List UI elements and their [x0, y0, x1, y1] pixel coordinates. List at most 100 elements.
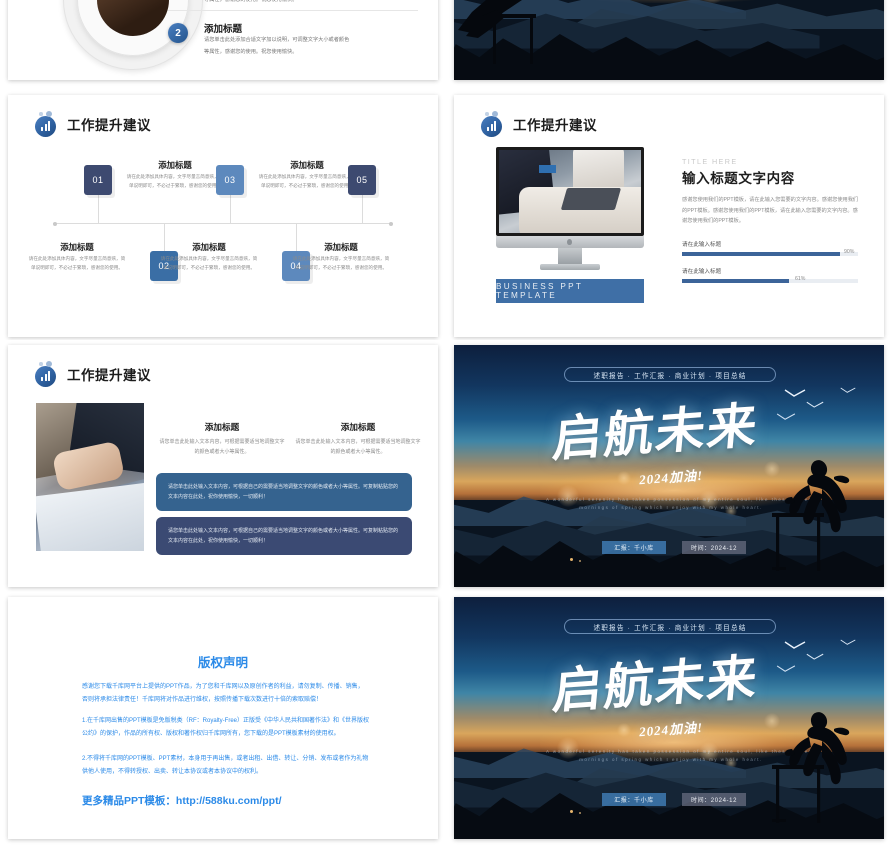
slide-thumbnail-grid: 2 添加标题 请您单击此处添加合适文字加以说明，可调整文字大小或者颜色 等属性，…	[0, 0, 892, 853]
timeline-node-05[interactable]: 05	[348, 165, 376, 195]
progress-fill-2	[682, 279, 789, 283]
bird-icon	[776, 413, 796, 420]
column-body-2: 请您单击此处输入文本内容，可根据需要适当地调整文字的颜色或者大小等属性。	[295, 439, 421, 455]
progress-fill-1	[682, 252, 840, 256]
timeline-node-number: 03	[224, 175, 236, 185]
timeline-node-body: 请在此处添加具体内容，文字尽量言简意赅，简单说明即可，不必过于繁琐，感谢您的使用…	[126, 174, 224, 188]
timeline-stem	[230, 195, 231, 223]
timeline-node-body: 请在此处添加具体内容，文字尽量言简意赅，简单说明即可，不必过于繁琐，感谢您的使用…	[160, 256, 258, 270]
thumbnail-cell-copyright[interactable]: 版权声明 感谢您下载千库网平台上提供的PPT作品，为了您和千库网以及原创作者的利…	[0, 592, 446, 853]
timeline-node-title: 添加标题	[158, 160, 192, 170]
cover-english-line-1: A wonderful serenity has taken possessio…	[546, 749, 812, 754]
cover-banner: 述职报告 · 工作汇报 · 商业计划 · 项目总结	[564, 367, 776, 382]
content-title: 输入标题文字内容	[682, 171, 795, 186]
info-card-1[interactable]: 请您单击此处输入文本内容，可根据自己的需要适当地调整文字的颜色或者大小等属性。可…	[156, 473, 412, 511]
slide-detail-list[interactable]: 2 添加标题 请您单击此处添加合适文字加以说明，可调整文字大小或者颜色 等属性，…	[8, 0, 438, 80]
slide-header: 工作提升建议	[32, 361, 151, 387]
reporter-tag: 汇报：千小库	[602, 793, 666, 806]
timeline-node-title: 添加标题	[324, 242, 358, 252]
timeline-node-body: 请在此处添加具体内容，文字尽量言简意赅，简单说明即可，不必过于繁琐，感谢您的使用…	[28, 256, 126, 270]
bird-icon	[784, 389, 806, 397]
copyright-intro: 感谢您下载千库网平台上提供的PPT作品，为了您和千库网以及原创作者的利益，请勿复…	[82, 684, 364, 703]
slide-monitor-progress[interactable]: 工作提升建议 BUSINESS PPT TEMPLATE TITLE HERE	[454, 95, 884, 337]
meeting-photo	[499, 150, 641, 233]
cover-english-line-2: mornings of spring which I enjoy with my…	[579, 505, 763, 510]
chart-bubble-icon	[32, 111, 58, 137]
column-body-1: 请您单击此处输入文本内容，可根据需要适当地调整文字的颜色或者大小等属性。	[159, 439, 285, 455]
thumbnail-cell-cover-main[interactable]: 述职报告 · 工作汇报 · 商业计划 · 项目总结 启航未来 2024加油! A…	[446, 340, 892, 592]
slide-handshake-cards[interactable]: 工作提升建议 添加标题 请您单击此处输入文本内容，可根据需要适当地调整文字的颜色…	[8, 345, 438, 587]
hurdle-icon	[490, 14, 536, 66]
timeline-stem	[98, 195, 99, 223]
slide-timeline[interactable]: 工作提升建议 01 添加标题 请在此处添加具体内容，文字尽量言简意赅，简单说明即…	[8, 95, 438, 337]
thumbnail-cell-timeline[interactable]: 工作提升建议 01 添加标题 请在此处添加具体内容，文字尽量言简意赅，简单说明即…	[0, 90, 446, 340]
bird-icon	[806, 653, 824, 660]
divider	[168, 10, 418, 11]
bird-icon	[840, 387, 856, 393]
timeline-node-body: 请在此处添加具体内容，文字尽量言简意赅，简单说明即可，不必过于繁琐，感谢您的使用…	[292, 256, 390, 270]
cover-banner: 述职报告 · 工作汇报 · 商业计划 · 项目总结	[564, 619, 776, 634]
number-badge-label: 2	[175, 27, 181, 39]
cover-english-line-1: A wonderful serenity has taken possessio…	[546, 497, 812, 502]
slide-header: 工作提升建议	[478, 111, 597, 137]
chart-bubble-icon	[32, 361, 58, 387]
chart-bubble-icon	[478, 111, 504, 137]
timeline-axis	[53, 221, 393, 226]
copyright-title: 版权声明	[197, 656, 248, 670]
content-paragraph: 感谢您使用我们的PPT模板，请在此输入您需要的文字内容。感谢您使用我们的PPT模…	[682, 197, 859, 225]
date-tag: 时间：2024-12	[682, 793, 746, 806]
info-card-2[interactable]: 请您单击此处输入文本内容，可根据自己的需要适当地调整文字的颜色或者大小等属性。可…	[156, 517, 412, 555]
date-tag: 时间：2024-12	[682, 541, 746, 554]
timeline-node-title: 添加标题	[60, 242, 94, 252]
column-title-2: 添加标题	[340, 422, 376, 432]
progress-value-2: 61%	[795, 276, 806, 282]
handshake-photo	[36, 403, 144, 551]
timeline-node-body: 请在此处添加具体内容，文字尽量言简意赅，简单说明即可，不必过于繁琐，感谢您的使用…	[258, 174, 356, 188]
thumbnail-cell-cover-top[interactable]	[446, 0, 892, 90]
timeline-stem	[362, 195, 363, 223]
slide-copyright[interactable]: 版权声明 感谢您下载千库网平台上提供的PPT作品，为了您和千库网以及原创作者的利…	[8, 597, 438, 839]
slide-title: 工作提升建议	[67, 368, 151, 383]
cover-title: 启航未来	[550, 649, 761, 720]
bird-icon	[806, 401, 824, 408]
hurdle-icon	[772, 765, 824, 825]
item-title: 添加标题	[204, 24, 243, 35]
business-template-button[interactable]: BUSINESS PPT TEMPLATE	[496, 279, 644, 303]
hurdle-icon	[772, 513, 824, 573]
progress-label-1: 请在此输入标题	[682, 242, 722, 248]
timeline-node-title: 添加标题	[290, 160, 324, 170]
progress-label-2: 请在此输入标题	[682, 269, 722, 275]
slide-title: 工作提升建议	[67, 118, 151, 133]
slide-cover-duplicate[interactable]: 述职报告 · 工作汇报 · 商业计划 · 项目总结 启航未来 2024加油! A…	[454, 597, 884, 839]
thumbnail-cell-handshake[interactable]: 工作提升建议 添加标题 请您单击此处输入文本内容，可根据需要适当地调整文字的颜色…	[0, 340, 446, 592]
timeline-node-number: 01	[92, 175, 104, 185]
thumbnail-cell-cover-duplicate[interactable]: 述职报告 · 工作汇报 · 商业计划 · 项目总结 启航未来 2024加油! A…	[446, 592, 892, 853]
copyright-clause-1: 1.在千库网出售的PPT模板是免版税类（RF：Royalty-Free）正版受《…	[82, 718, 370, 737]
eyebrow-text: TITLE HERE	[682, 157, 738, 166]
item-body-previous: 等属性，感谢您的使用。祝您使用愉快。	[204, 0, 298, 3]
timeline-node-number: 05	[356, 175, 368, 185]
number-badge-icon: 2	[168, 23, 188, 43]
reporter-tag: 汇报：千小库	[602, 541, 666, 554]
timeline-node-title: 添加标题	[192, 242, 226, 252]
slide-header: 工作提升建议	[32, 111, 151, 137]
timeline-node-01[interactable]: 01	[84, 165, 112, 195]
slide-title: 工作提升建议	[513, 118, 597, 133]
copyright-clause-2: 2.不得将千库网的PPT模板、PPT素材，本身用于再出售，或者出租、出借、转让、…	[82, 756, 369, 775]
cover-english-line-2: mornings of spring which I enjoy with my…	[579, 757, 763, 762]
thumbnail-cell-monitor[interactable]: 工作提升建议 BUSINESS PPT TEMPLATE TITLE HERE	[446, 90, 892, 340]
monitor-mockup	[496, 147, 644, 271]
slide-cover[interactable]: 述职报告 · 工作汇报 · 商业计划 · 项目总结 启航未来 2024加油! A…	[454, 345, 884, 587]
slide-cover-cropped[interactable]	[454, 0, 884, 80]
bird-icon	[784, 641, 806, 649]
bird-icon	[840, 639, 856, 645]
thumbnail-cell-detail-list[interactable]: 2 添加标题 请您单击此处添加合适文字加以说明，可调整文字大小或者颜色 等属性，…	[0, 0, 446, 90]
cover-title: 启航未来	[550, 397, 761, 468]
column-title-1: 添加标题	[204, 422, 240, 432]
item-body-line1: 请您单击此处添加合适文字加以说明，可调整文字大小或者颜色	[204, 37, 350, 43]
item-body-line2: 等属性，感谢您的使用。祝您使用愉快。	[204, 49, 298, 55]
timeline-node-03[interactable]: 03	[216, 165, 244, 195]
copyright-link[interactable]: 更多精品PPT模板：http://588ku.com/ppt/	[82, 793, 282, 808]
bird-icon	[776, 665, 796, 672]
progress-value-1: 90%	[844, 249, 855, 255]
